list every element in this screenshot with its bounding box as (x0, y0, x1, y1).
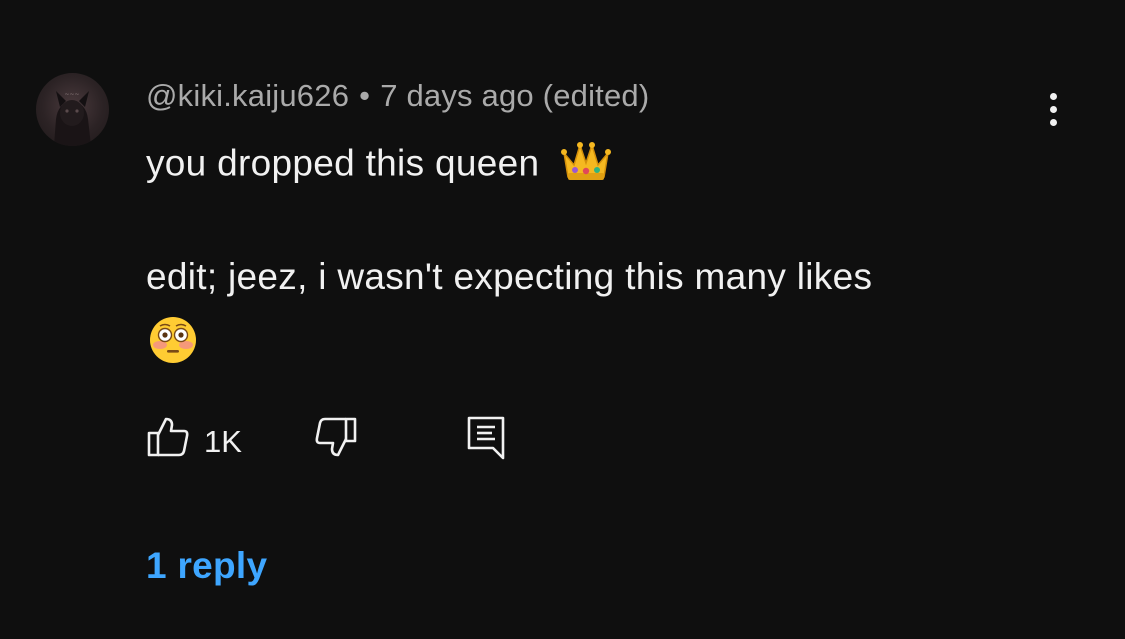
avatar[interactable]: ~~~ (36, 73, 109, 146)
view-replies-link[interactable]: 1 reply (146, 545, 267, 587)
comment-text: you dropped this queen (146, 142, 540, 184)
avatar-image: ~~~ (54, 91, 91, 146)
comment-text-line-2: edit; jeez, i wasn't expecting this many… (146, 256, 873, 297)
reply-button[interactable] (466, 415, 506, 466)
comment-text-line-1: you dropped this queen (146, 139, 1046, 192)
comment-icon (466, 415, 506, 466)
author-handle[interactable]: @kiki.kaiju626 (146, 78, 349, 113)
svg-text:~~~: ~~~ (64, 91, 79, 98)
dislike-button[interactable] (314, 415, 358, 464)
thumbs-up-icon (146, 415, 190, 464)
flushed-face-emoji (148, 315, 198, 370)
comment-timestamp: 7 days ago (edited) (380, 78, 650, 113)
like-count: 1K (204, 423, 242, 459)
thumbs-down-icon (314, 415, 358, 464)
crown-emoji (560, 139, 612, 192)
header-separator: • (359, 78, 371, 113)
more-vertical-icon[interactable] (1030, 86, 1076, 132)
like-button[interactable]: 1K (146, 415, 242, 464)
comment-header: @kiki.kaiju626 • 7 days ago (edited) (146, 78, 649, 114)
